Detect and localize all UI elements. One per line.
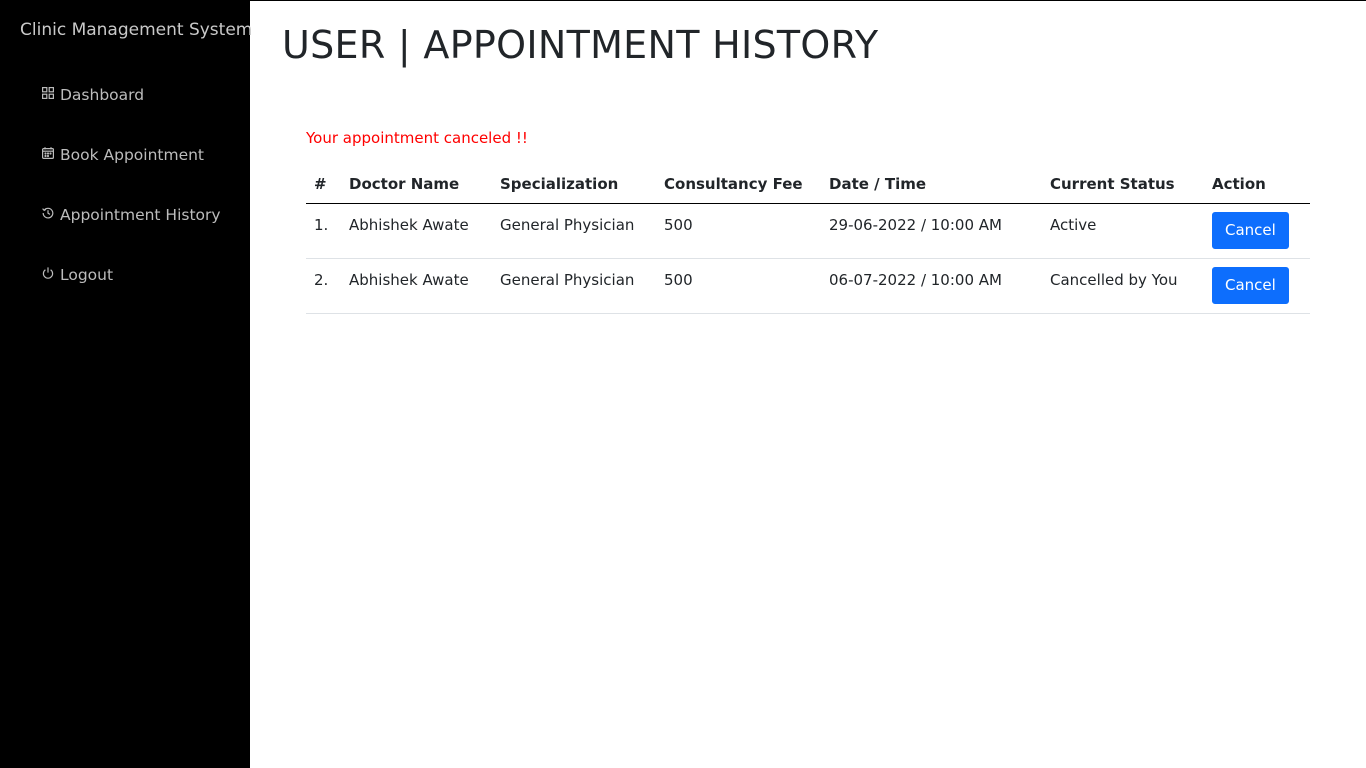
table-row: 1. Abhishek Awate General Physician 500 …: [306, 203, 1310, 259]
sidebar: Clinic Management System Dashboard Book …: [0, 0, 252, 768]
current-status: Cancelled by You: [1042, 258, 1204, 314]
sidebar-item-label: Appointment History: [60, 206, 221, 224]
brand-title[interactable]: Clinic Management System: [20, 20, 252, 40]
consultancy-fee: 500: [656, 258, 821, 314]
table-header-row: # Doctor Name Specialization Consultancy…: [306, 167, 1310, 204]
consultancy-fee: 500: [656, 203, 821, 259]
page-title: USER | APPOINTMENT HISTORY: [282, 23, 879, 67]
sidebar-item-appointment-history[interactable]: Appointment History: [41, 206, 221, 224]
sidebar-item-dashboard[interactable]: Dashboard: [41, 86, 144, 104]
row-number: 2.: [306, 258, 341, 314]
table-row: 2. Abhishek Awate General Physician 500 …: [306, 258, 1310, 314]
column-header-specialization: Specialization: [492, 167, 656, 204]
doctor-name: Abhishek Awate: [341, 203, 492, 259]
calendar-icon: [41, 146, 55, 160]
column-header-number: #: [306, 167, 341, 204]
date-time: 06-07-2022 / 10:00 AM: [821, 258, 1042, 314]
cancel-button[interactable]: Cancel: [1212, 212, 1289, 249]
cancel-button[interactable]: Cancel: [1212, 267, 1289, 304]
table-header: # Doctor Name Specialization Consultancy…: [306, 167, 1310, 204]
row-number: 1.: [306, 203, 341, 259]
column-header-consultancy-fee: Consultancy Fee: [656, 167, 821, 204]
column-header-date-time: Date / Time: [821, 167, 1042, 204]
main-content: USER | APPOINTMENT HISTORY Your appointm…: [250, 0, 1366, 768]
column-header-doctor-name: Doctor Name: [341, 167, 492, 204]
column-header-current-status: Current Status: [1042, 167, 1204, 204]
app-root: Clinic Management System Dashboard Book …: [0, 0, 1366, 768]
sidebar-item-label: Logout: [60, 266, 114, 284]
current-status: Active: [1042, 203, 1204, 259]
alert-message: Your appointment canceled !!: [306, 129, 528, 147]
column-header-action: Action: [1204, 167, 1310, 204]
sidebar-item-label: Dashboard: [60, 86, 145, 104]
sidebar-item-book-appointment[interactable]: Book Appointment: [41, 146, 204, 164]
grid-icon: [41, 86, 55, 100]
doctor-name: Abhishek Awate: [341, 258, 492, 314]
action-cell: Cancel: [1204, 258, 1310, 314]
sidebar-item-logout[interactable]: Logout: [41, 266, 113, 284]
power-icon: [41, 266, 55, 280]
date-time: 29-06-2022 / 10:00 AM: [821, 203, 1042, 259]
action-cell: Cancel: [1204, 203, 1310, 259]
history-icon: [41, 206, 55, 220]
specialization: General Physician: [492, 258, 656, 314]
table-body: 1. Abhishek Awate General Physician 500 …: [306, 203, 1310, 314]
appointment-history-table: # Doctor Name Specialization Consultancy…: [306, 167, 1310, 314]
specialization: General Physician: [492, 203, 656, 259]
sidebar-item-label: Book Appointment: [60, 146, 205, 164]
